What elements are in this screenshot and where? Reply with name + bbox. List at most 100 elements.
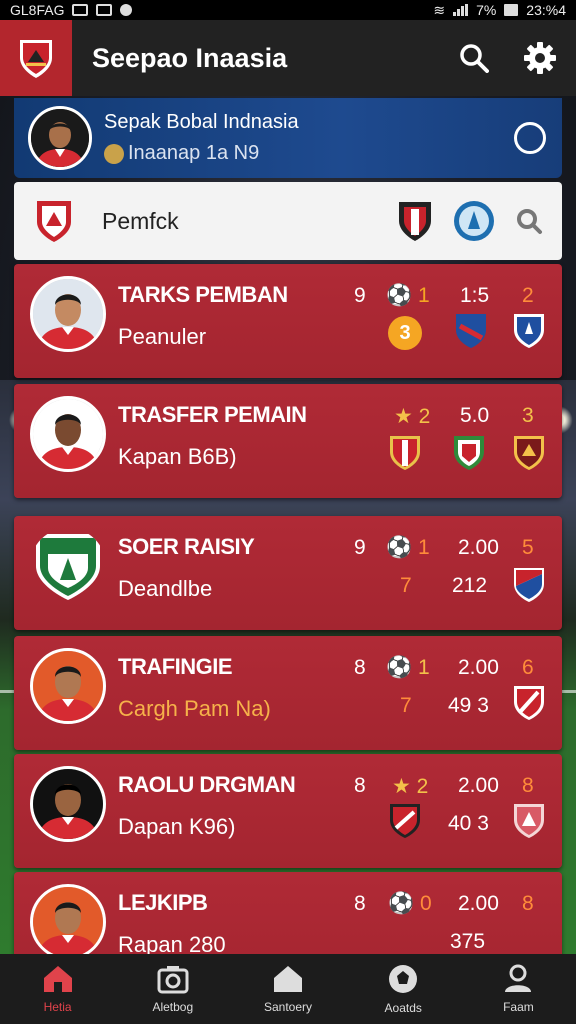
list-item[interactable]: TRAFINGIE Cargh Pam Na) 8 ⚽ 1 2.00 6 7 4… xyxy=(14,636,562,750)
search-icon[interactable] xyxy=(514,206,544,236)
avatar xyxy=(30,396,106,472)
nav-item-home[interactable]: Hetia xyxy=(0,954,115,1024)
stat-value: ⚽ 1 xyxy=(386,284,430,307)
nav-item-camera[interactable]: Aletbog xyxy=(115,954,230,1024)
stat-value: 2.00 xyxy=(458,536,499,559)
football-icon xyxy=(389,965,418,993)
stat-value: 9 xyxy=(354,536,366,559)
avatar xyxy=(30,648,106,724)
stat-value: 2.00 xyxy=(458,892,499,915)
search-row[interactable]: Pemfck xyxy=(14,182,562,260)
select-radio[interactable] xyxy=(514,122,546,154)
status-bar: GL8FAG ≋ 7% 23:%4 xyxy=(0,0,576,20)
player-subtitle: Deandlbe xyxy=(118,576,213,601)
team-shield-icon[interactable] xyxy=(512,566,546,604)
stat-value: 8 xyxy=(522,774,534,797)
team-shield-icon[interactable] xyxy=(454,312,488,350)
list-item[interactable]: TARKS PEMBAN Peanuler 9 ⚽ 1 1:5 2 3 xyxy=(14,264,562,378)
avatar xyxy=(30,884,106,960)
team-shield-icon[interactable] xyxy=(396,199,434,243)
stat-value: 2.00 xyxy=(458,656,499,679)
search-icon xyxy=(460,44,489,73)
stat-value: 9 xyxy=(354,284,366,307)
team-shield-icon[interactable] xyxy=(512,802,546,840)
signal-icon xyxy=(453,4,469,16)
stat-value: 8 xyxy=(354,774,366,797)
team-shield-icon[interactable] xyxy=(388,802,422,840)
stat-value: 7 xyxy=(400,574,412,597)
stat-value: 5 xyxy=(522,536,534,559)
settings-button[interactable] xyxy=(522,40,558,76)
team-shield-icon[interactable] xyxy=(512,312,546,350)
avatar xyxy=(30,528,106,604)
team-badge-icon[interactable] xyxy=(452,199,496,243)
list-item[interactable]: TRASFER PEMAIN Kapan B6B) ★ 2 5.0 3 xyxy=(14,384,562,498)
team-shield-icon[interactable] xyxy=(512,684,546,722)
gear-icon xyxy=(524,42,556,74)
status-left-text: GL8FAG xyxy=(10,2,65,18)
nav-item-football[interactable]: Aoatds xyxy=(346,954,461,1024)
shield-icon xyxy=(120,4,133,16)
notification-icon xyxy=(96,4,113,16)
avatar xyxy=(30,276,106,352)
camera-icon xyxy=(157,966,189,994)
battery-icon xyxy=(504,4,519,16)
rank-badge: 3 xyxy=(388,316,422,350)
image-icon xyxy=(72,4,89,16)
battery-text: 7% xyxy=(476,2,497,18)
player-name: TRAFINGIE xyxy=(118,654,233,679)
stat-value: 40 3 xyxy=(448,812,489,835)
nav-label: Faam xyxy=(503,1000,534,1014)
team-shield-icon[interactable] xyxy=(512,434,546,472)
player-subtitle: Kapan B6B) xyxy=(118,444,237,469)
stat-value: 5.0 xyxy=(460,404,490,427)
stat-value: 3 xyxy=(522,404,534,427)
list-item[interactable]: RAOLU DRGMAN Dapan K96) 8 ★ 2 2.00 8 40 … xyxy=(14,754,562,868)
player-name: RAOLU DRGMAN xyxy=(118,772,296,797)
player-name: LEJKIPB xyxy=(118,890,208,915)
profile-subtitle: Inaanap 1a N9 xyxy=(128,142,260,164)
app-header: Seepao Inaasia xyxy=(0,20,576,96)
stat-value: 8 xyxy=(354,656,366,679)
stat-value: 7 xyxy=(400,694,412,717)
player-subtitle: Cargh Pam Na) xyxy=(118,696,271,721)
user-icon xyxy=(505,964,532,992)
stat-value: 212 xyxy=(452,574,488,597)
stat-value: ⚽ 0 xyxy=(388,892,432,915)
bottom-nav: Hetia Aletbog Santoery Aoatds Faam xyxy=(0,954,576,1024)
house-icon xyxy=(274,966,302,992)
stat-value: 2 xyxy=(522,284,534,307)
stat-value: 1:5 xyxy=(460,284,490,307)
avatar xyxy=(30,766,106,842)
player-subtitle: Dapan K96) xyxy=(118,814,236,839)
nav-label: Aletbog xyxy=(152,1000,194,1014)
team-shield-icon[interactable] xyxy=(452,434,486,472)
profile-card[interactable]: Sepak Bobal Indnasia Inaanap 1a N9 xyxy=(14,98,562,178)
stat-value: 49 3 xyxy=(448,694,489,717)
app-title: Seepao Inaasia xyxy=(92,42,288,73)
stat-value: 8 xyxy=(354,892,366,915)
search-text: Pemfck xyxy=(102,207,179,234)
nav-item-house[interactable]: Santoery xyxy=(230,954,345,1024)
clock: 23:%4 xyxy=(526,2,566,18)
search-button[interactable] xyxy=(456,40,492,76)
player-subtitle: Peanuler xyxy=(118,324,207,349)
nav-label: Hetia xyxy=(43,1000,72,1014)
nav-item-profile[interactable]: Faam xyxy=(461,954,576,1024)
player-name: TRASFER PEMAIN xyxy=(118,402,307,427)
stat-value: ⚽ 1 xyxy=(386,536,430,559)
stat-value: 8 xyxy=(522,892,534,915)
list-item[interactable]: SOER RAISIY Deandlbe 9 ⚽ 1 2.00 5 7 212 xyxy=(14,516,562,630)
team-shield-icon[interactable] xyxy=(388,434,422,472)
app-logo[interactable] xyxy=(0,20,72,96)
stat-value: 2.00 xyxy=(458,774,499,797)
coin-icon xyxy=(104,143,124,164)
avatar xyxy=(28,106,92,170)
player-name: SOER RAISIY xyxy=(118,534,255,559)
profile-name: Sepak Bobal Indnasia xyxy=(104,111,299,133)
nav-label: Santoery xyxy=(263,1000,313,1014)
stat-value: ★ 2 xyxy=(394,405,431,428)
home-icon xyxy=(43,966,72,992)
club-crest-icon xyxy=(20,40,52,78)
stat-value: ⚽ 1 xyxy=(386,656,430,679)
